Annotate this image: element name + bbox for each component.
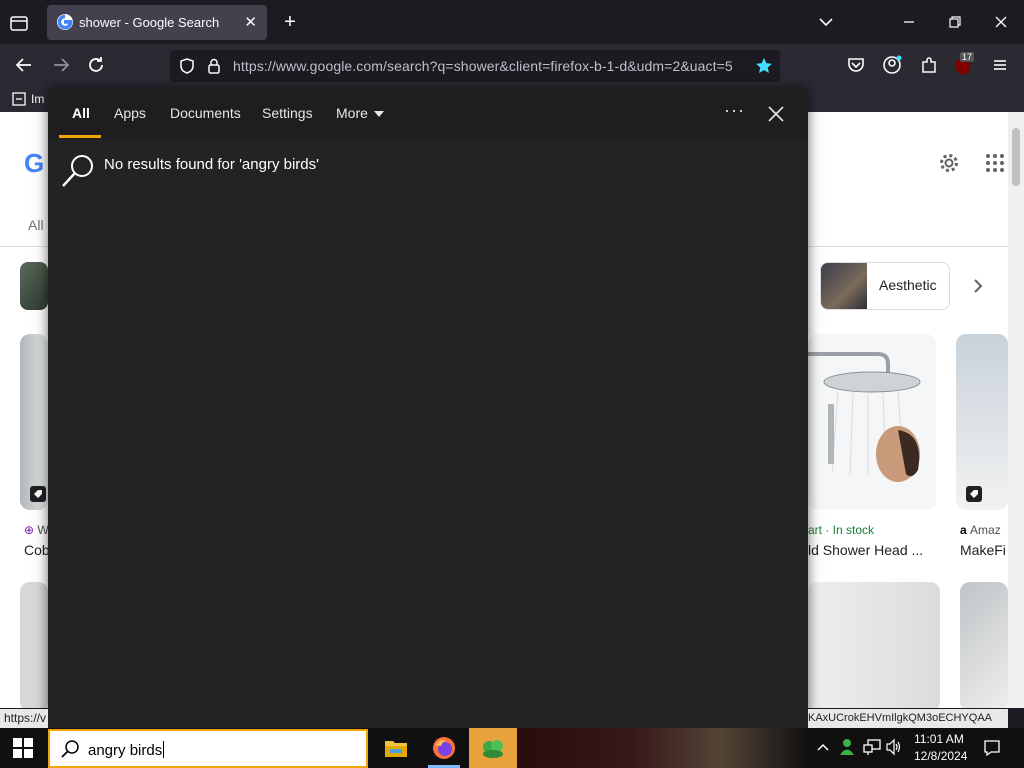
result-source: a Amaz [960,523,1001,537]
forward-arrow-icon[interactable] [50,54,72,76]
taskbar-active-app[interactable] [469,728,517,768]
menu-hamburger-icon[interactable] [989,54,1011,76]
game-app-icon [483,740,503,758]
chip-label: Aesthetic [879,277,937,293]
tab-title: shower - Google Search [79,15,220,30]
image-result-card[interactable] [20,582,48,708]
taskbar-file-explorer[interactable] [372,728,420,768]
link-status-left: https://v [0,709,48,728]
google-favicon-icon [57,14,73,30]
account-icon[interactable] [881,54,903,76]
extension-badge: 17 [960,52,975,62]
tab-documents[interactable]: Documents [170,105,241,121]
new-tab-button[interactable]: + [280,10,300,34]
settings-gear-icon[interactable] [938,152,960,174]
page-scrollbar[interactable] [1008,112,1024,708]
tab-all[interactable]: All [72,105,90,121]
search-query: angry birds [88,742,163,759]
shopping-tag-icon [30,486,46,502]
lock-icon[interactable] [206,57,222,75]
windows-taskbar: angry birds 11:01 AM 12/8/2024 [0,728,1024,768]
firefox-icon [433,737,455,759]
volume-icon[interactable] [885,738,903,756]
chip-thumbnail [821,263,867,309]
more-dropdown-arrow-icon[interactable] [374,111,384,117]
link-status-right: KAxUCrokEHVmIlgkQM3oECHYQAA [808,709,1008,728]
google-apps-grid-icon[interactable] [985,153,1005,173]
no-results-message: No results found for 'angry birds' [104,156,319,173]
bookmark-star-icon[interactable] [755,57,773,75]
windows-start-icon[interactable] [13,738,33,758]
chip-thumbnail-left[interactable] [20,262,48,310]
result-title[interactable]: Cob [24,542,50,558]
scrollbar-thumb[interactable] [1012,128,1020,186]
close-icon[interactable] [766,104,786,124]
image-result-card[interactable] [960,582,1008,708]
google-tab-all[interactable]: All [28,217,44,233]
result-title[interactable]: MakeFi [960,542,1006,558]
tab-apps[interactable]: Apps [114,105,146,121]
address-bar[interactable]: https://www.google.com/search?q=shower&c… [170,50,780,82]
search-icon [61,740,79,758]
result-title[interactable]: ld Shower Head ... [808,542,923,558]
screen: shower - Google Search ✕ + https://www.g… [0,0,1024,768]
import-bookmarks-icon[interactable] [12,92,26,106]
image-result-card[interactable] [956,334,1008,510]
search-filter-tabs: All Apps Documents Settings More ··· [48,88,808,140]
search-icon [62,155,93,187]
notifications-icon[interactable] [983,739,1001,757]
browser-nav-bar: https://www.google.com/search?q=shower&c… [0,44,1024,86]
tab-list-icon[interactable] [8,12,30,34]
browser-tab-bar: shower - Google Search ✕ + [0,0,1024,44]
active-tab-indicator [59,135,101,138]
ublock-extension-button[interactable]: 17 [952,52,978,78]
minimize-window-icon[interactable] [899,12,919,32]
refine-chip-aesthetic[interactable]: Aesthetic [820,262,950,310]
tab-more[interactable]: More [336,105,368,121]
clock-date[interactable]: 12/8/2024 [914,749,967,763]
result-source: ⊕ W [24,523,49,537]
result-source-text: Amaz [970,523,1001,537]
image-result-card[interactable] [808,582,940,708]
image-result-card[interactable] [20,334,48,510]
browser-tab-active[interactable]: shower - Google Search ✕ [47,5,267,40]
search-input[interactable]: angry birds [88,741,165,759]
tab-close-icon[interactable]: ✕ [244,13,257,31]
tab-settings[interactable]: Settings [262,105,313,121]
user-tray-icon[interactable] [838,738,856,756]
taskbar-firefox[interactable] [420,728,468,768]
google-logo-partial[interactable]: G [24,148,44,179]
more-options-icon[interactable]: ··· [724,100,745,121]
pocket-icon[interactable] [845,54,867,76]
url-text[interactable]: https://www.google.com/search?q=shower&c… [233,58,733,74]
shower-head-image [808,352,921,482]
tracking-protection-shield-icon[interactable] [178,57,196,75]
taskbar-search-box[interactable]: angry birds [48,729,368,768]
import-bookmarks-label[interactable]: Im [31,92,44,106]
close-window-icon[interactable] [991,12,1011,32]
clock-time[interactable]: 11:01 AM [914,732,964,746]
back-arrow-icon[interactable] [13,54,35,76]
result-source: art · In stock [808,523,875,537]
show-hidden-icons-chevron-icon[interactable] [816,740,830,754]
reload-icon[interactable] [85,54,107,76]
restore-window-icon[interactable] [945,12,965,32]
extensions-puzzle-icon[interactable] [918,54,940,76]
shopping-tag-icon [966,486,982,502]
taskbar-wallpaper-strip [518,728,808,768]
windows-search-flyout: All Apps Documents Settings More ··· No … [48,88,808,728]
text-caret [163,741,165,758]
chevron-right-icon[interactable] [968,276,988,296]
image-result-card[interactable] [808,334,936,510]
list-all-tabs-icon[interactable] [816,12,836,32]
network-icon[interactable] [862,738,882,756]
folder-icon [385,741,407,757]
